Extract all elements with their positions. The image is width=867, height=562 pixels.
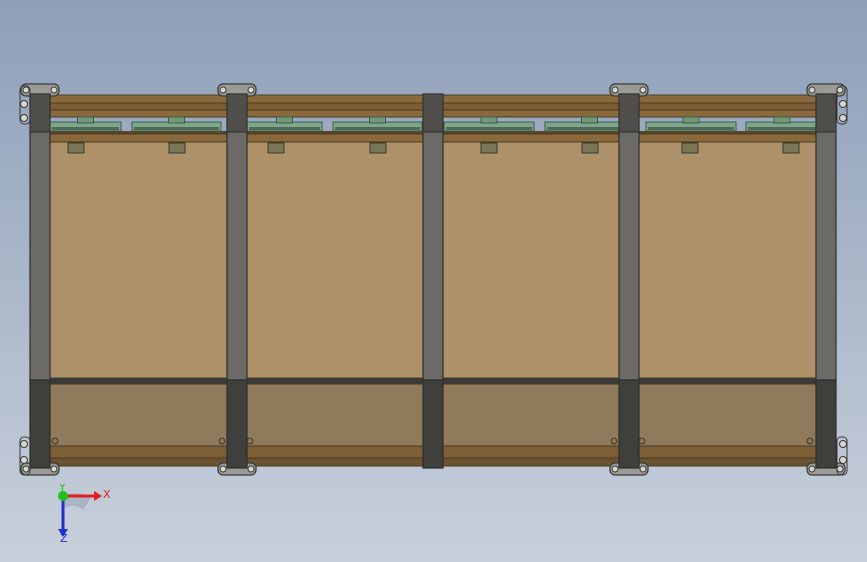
frame-post-lower [618, 379, 640, 469]
connector-block [369, 142, 387, 154]
bolt-hole-icon [22, 465, 30, 473]
connector-block [681, 142, 699, 154]
bolt-hole-icon [639, 465, 647, 473]
pcb-component [581, 116, 598, 124]
frame-post-upper [29, 93, 51, 381]
assembly-model[interactable] [0, 0, 867, 562]
frame-post-lower [815, 379, 837, 469]
frame-post-cap [815, 93, 837, 133]
bolt-hole-icon [639, 86, 647, 94]
graphics-viewport[interactable]: X Y Z [0, 0, 867, 562]
standoff-icon [638, 437, 646, 445]
side-bolt-icon [20, 440, 28, 448]
pcb-card-edge [52, 127, 119, 130]
coordinate-triad: X Y Z [58, 484, 111, 545]
pcb-component [682, 116, 700, 124]
bolt-hole-icon [611, 86, 619, 94]
connector-block [267, 142, 285, 154]
standoff-icon [610, 437, 618, 445]
bolt-hole-icon [50, 465, 58, 473]
pcb-component [480, 116, 498, 124]
side-bolt-icon [839, 100, 847, 108]
bolt-hole-icon [219, 465, 227, 473]
bolt-hole-icon [836, 465, 844, 473]
frame-post-upper [618, 93, 640, 381]
side-bolt-icon [839, 114, 847, 122]
bolt-hole-icon [808, 465, 816, 473]
frame-post-lower [422, 379, 444, 469]
bolt-hole-icon [247, 465, 255, 473]
standoff-icon [51, 437, 59, 445]
x-axis-label: X [103, 488, 111, 501]
frame-post-upper [226, 93, 248, 381]
frame-post-cap [618, 93, 640, 133]
bolt-hole-icon [247, 86, 255, 94]
bolt-hole-icon [50, 86, 58, 94]
frame-post-cap [29, 93, 51, 133]
side-bolt-icon [20, 456, 28, 464]
z-axis-label: Z [60, 532, 68, 545]
pcb-component [773, 116, 791, 124]
standoff-icon [806, 437, 814, 445]
pcb-component [276, 116, 293, 124]
frame-post-upper [815, 93, 837, 381]
pcb-component [369, 116, 386, 124]
bolt-hole-icon [611, 465, 619, 473]
connector-block [168, 142, 186, 154]
frame-post-cap [226, 93, 248, 133]
connector-block [581, 142, 599, 154]
frame-post-lower [226, 379, 248, 469]
y-axis-label: Y [58, 484, 66, 494]
connector-block [67, 142, 85, 154]
side-bolt-icon [20, 100, 28, 108]
standoff-icon [246, 437, 254, 445]
x-axis-arrowhead-icon [94, 491, 102, 501]
connector-block [480, 142, 498, 154]
frame-post-upper [422, 93, 444, 381]
side-bolt-icon [839, 456, 847, 464]
pcb-card-edge [134, 127, 219, 130]
frame-post-cap [422, 93, 444, 133]
pcb-card-edge [446, 127, 532, 130]
side-bolt-icon [20, 114, 28, 122]
pcb-component [77, 116, 94, 124]
bolt-hole-icon [22, 86, 30, 94]
pcb-card-edge [249, 127, 320, 130]
connector-block [782, 142, 800, 154]
pcb-card-edge [335, 127, 420, 130]
pcb-component [168, 116, 185, 124]
standoff-icon [218, 437, 226, 445]
bolt-hole-icon [808, 86, 816, 94]
frame-post-lower [29, 379, 51, 469]
side-bolt-icon [839, 440, 847, 448]
pcb-card-edge [648, 127, 734, 130]
pcb-card-edge [748, 127, 816, 130]
bolt-hole-icon [219, 86, 227, 94]
